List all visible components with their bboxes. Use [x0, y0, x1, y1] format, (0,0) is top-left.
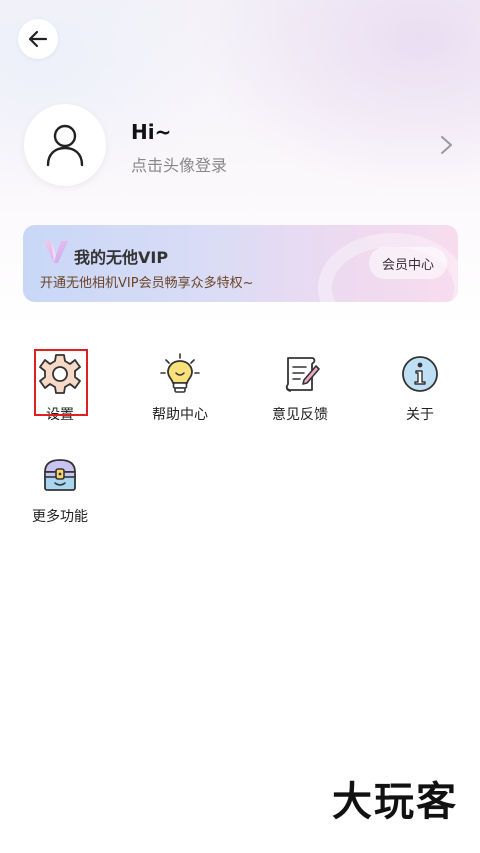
menu-label-help: 帮助中心 — [152, 407, 208, 423]
profile-section[interactable]: Hi~ 点击头像登录 — [24, 104, 460, 186]
vip-banner[interactable]: 我的无他VIP 开通无他相机VIP会员畅享众多特权~ 会员中心 — [23, 225, 458, 302]
login-hint[interactable]: 点击头像登录 — [131, 152, 227, 176]
member-center-button[interactable]: 会员中心 — [369, 247, 447, 279]
treasure-chest-icon — [44, 459, 76, 491]
menu-item-about[interactable]: 关于 — [365, 352, 475, 432]
watermark-logo: 大玩客 — [332, 778, 458, 825]
menu-item-help[interactable]: 帮助中心 — [125, 352, 235, 432]
vip-title: 我的无他VIP — [74, 248, 169, 267]
menu-item-more[interactable]: 更多功能 — [5, 454, 115, 534]
menu-label-about: 关于 — [406, 407, 434, 423]
vip-logo-icon — [44, 241, 68, 263]
vip-subtitle: 开通无他相机VIP会员畅享众多特权~ — [40, 276, 254, 291]
arrow-left-icon — [28, 30, 48, 48]
menu-item-settings[interactable]: 设置 — [5, 352, 115, 432]
greeting-text: Hi~ — [131, 120, 172, 144]
back-button[interactable] — [18, 19, 58, 59]
menu-label-settings: 设置 — [46, 407, 74, 423]
lightbulb-icon — [160, 353, 200, 393]
user-icon — [46, 124, 84, 167]
menu-item-feedback[interactable]: 意见反馈 — [245, 352, 355, 432]
menu-label-more: 更多功能 — [32, 509, 88, 525]
info-icon — [402, 356, 438, 392]
scroll-pen-icon — [285, 357, 320, 392]
avatar[interactable] — [24, 104, 106, 186]
gear-icon — [39, 354, 81, 394]
menu-label-feedback: 意见反馈 — [272, 407, 328, 423]
chevron-right-icon[interactable] — [436, 134, 456, 156]
